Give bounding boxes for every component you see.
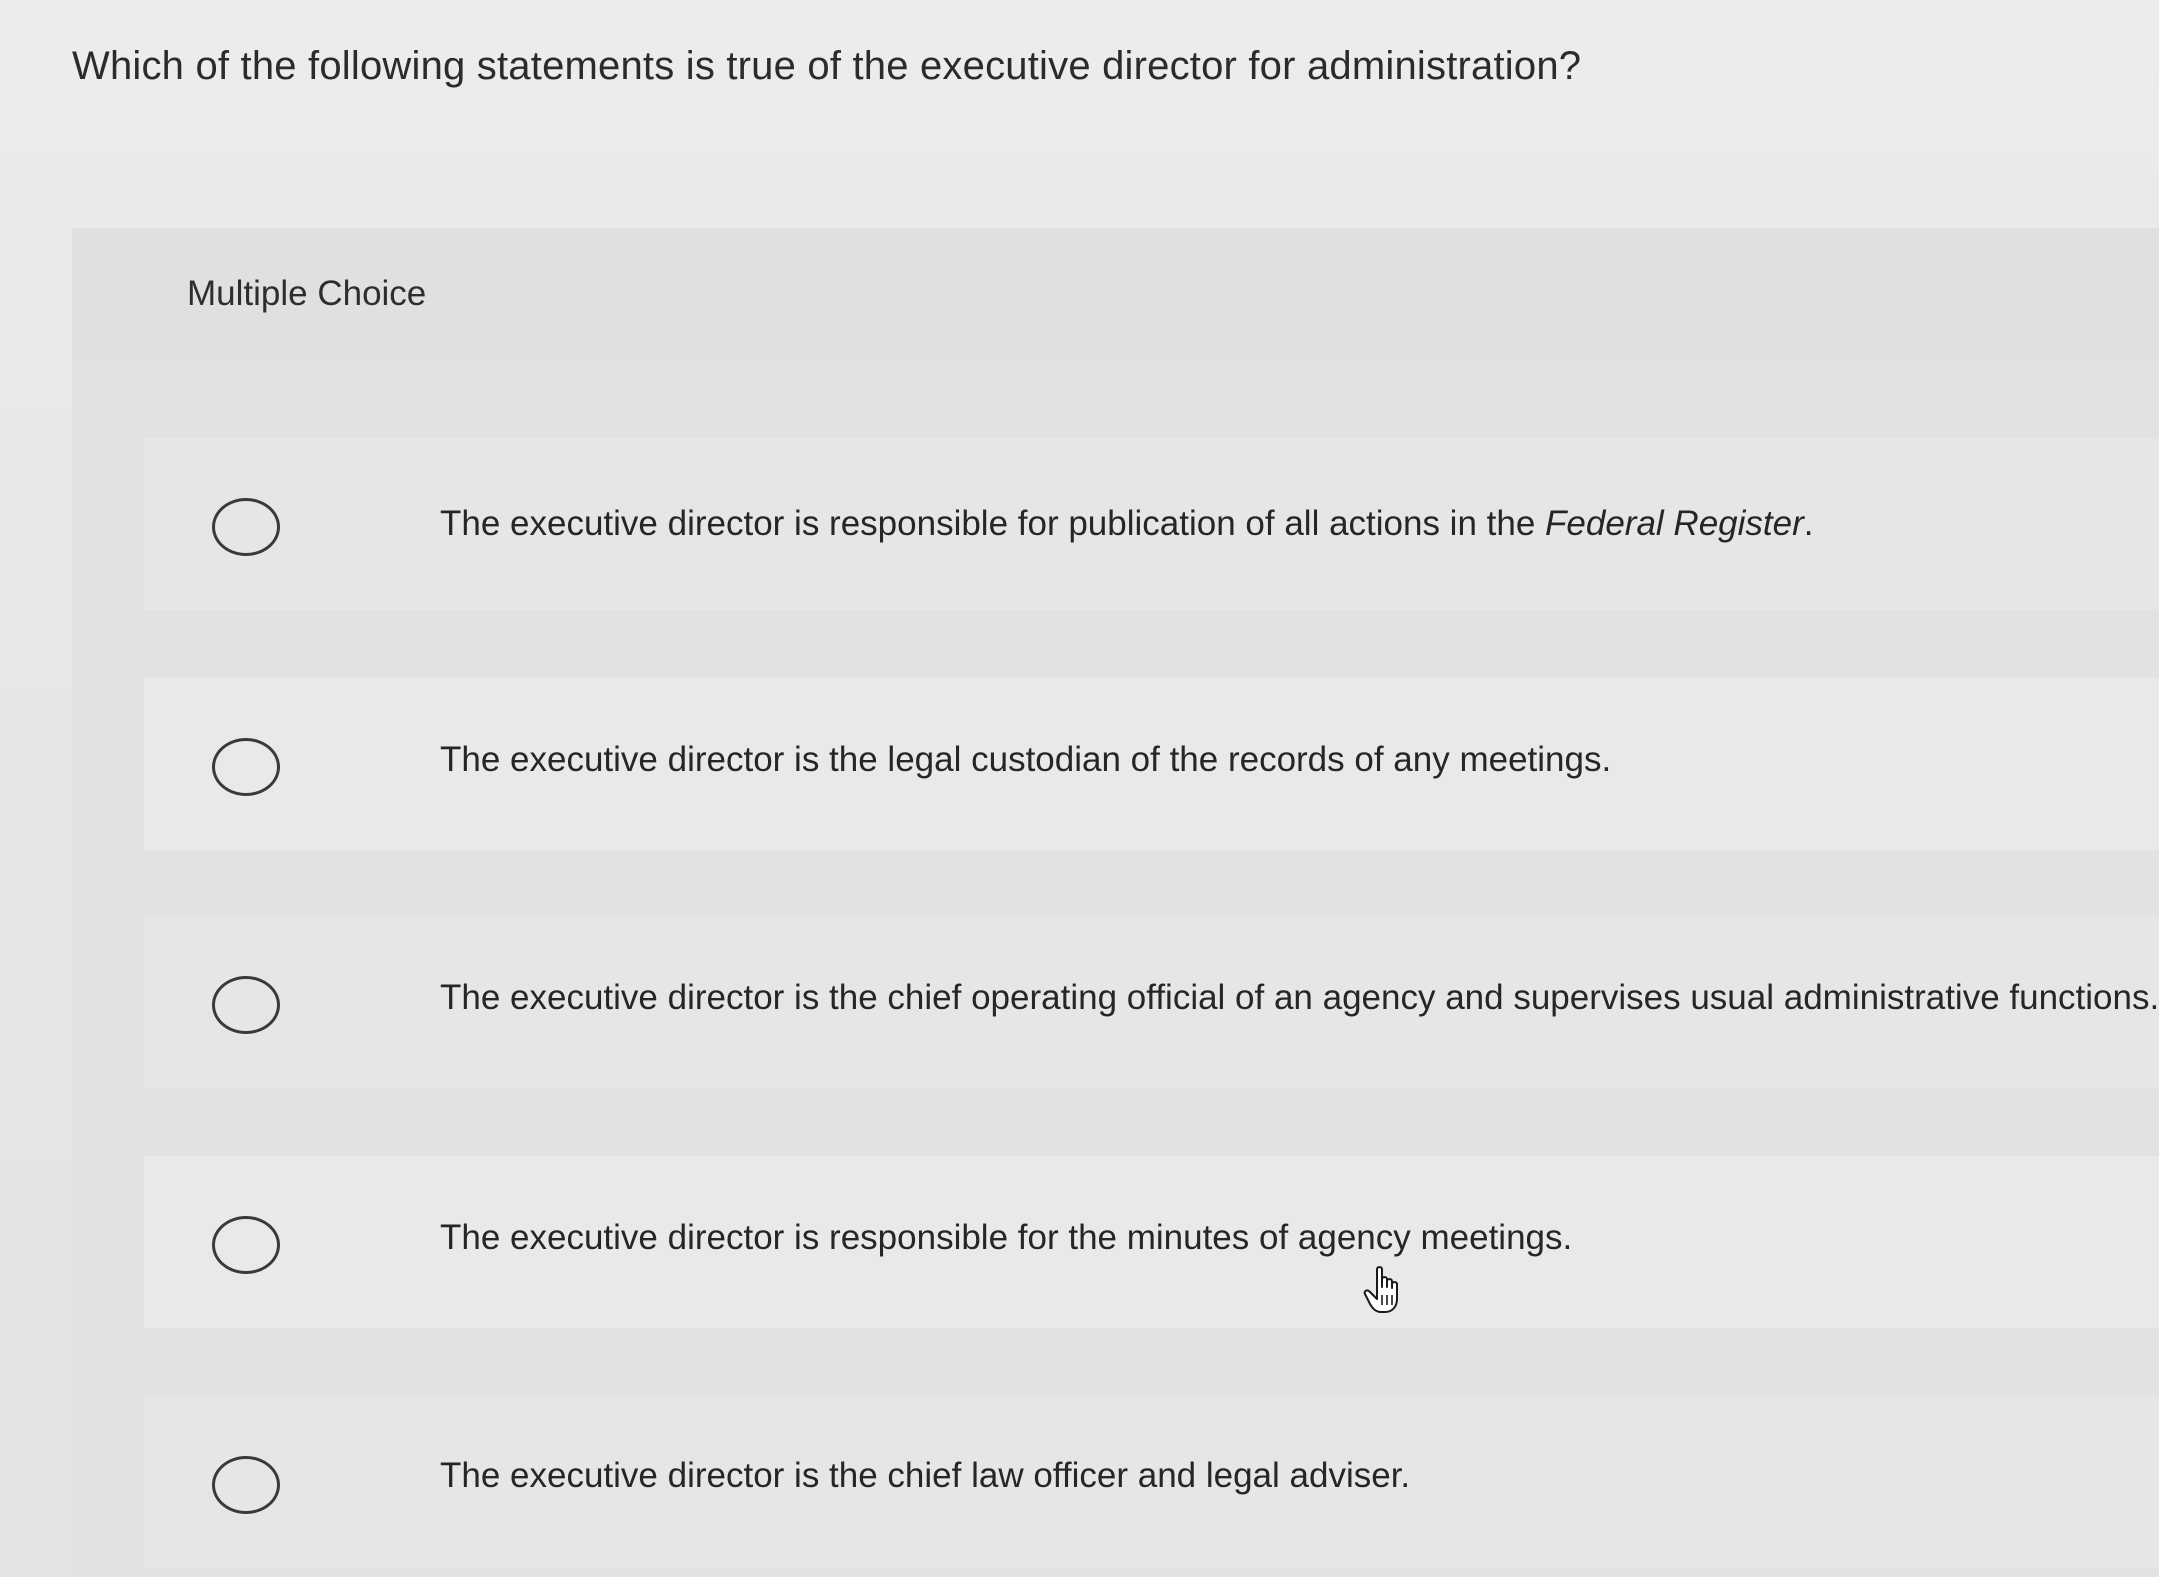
answer-option[interactable]: The executive director is the chief law … — [144, 1396, 2159, 1568]
answer-option-label: The executive director is the legal cust… — [440, 740, 1612, 779]
answer-option-label: The executive director is the chief law … — [440, 1456, 1411, 1495]
radio-button[interactable] — [212, 498, 280, 556]
answer-option-label: The executive director is responsible fo… — [440, 1218, 1573, 1257]
radio-button[interactable] — [212, 738, 280, 796]
radio-button[interactable] — [212, 976, 280, 1034]
multiple-choice-panel: Multiple Choice The executive director i… — [72, 228, 2159, 1577]
answer-option[interactable]: The executive director is responsible fo… — [144, 1156, 2159, 1328]
answer-option[interactable]: The executive director is responsible fo… — [144, 438, 2159, 610]
answer-option-label: The executive director is the chief oper… — [440, 978, 2159, 1017]
question-prompt: Which of the following statements is tru… — [72, 44, 1582, 88]
answer-option[interactable]: The executive director is the legal cust… — [144, 678, 2159, 850]
question-type-label: Multiple Choice — [187, 274, 427, 313]
radio-button[interactable] — [212, 1216, 280, 1274]
answer-option[interactable]: The executive director is the chief oper… — [144, 916, 2159, 1088]
answer-option-label: The executive director is responsible fo… — [440, 504, 1814, 543]
page: Which of the following statements is tru… — [0, 0, 2159, 1577]
hand-pointer-icon — [1363, 1266, 1398, 1313]
radio-button[interactable] — [212, 1456, 280, 1514]
panel-header: Multiple Choice — [72, 228, 2159, 360]
